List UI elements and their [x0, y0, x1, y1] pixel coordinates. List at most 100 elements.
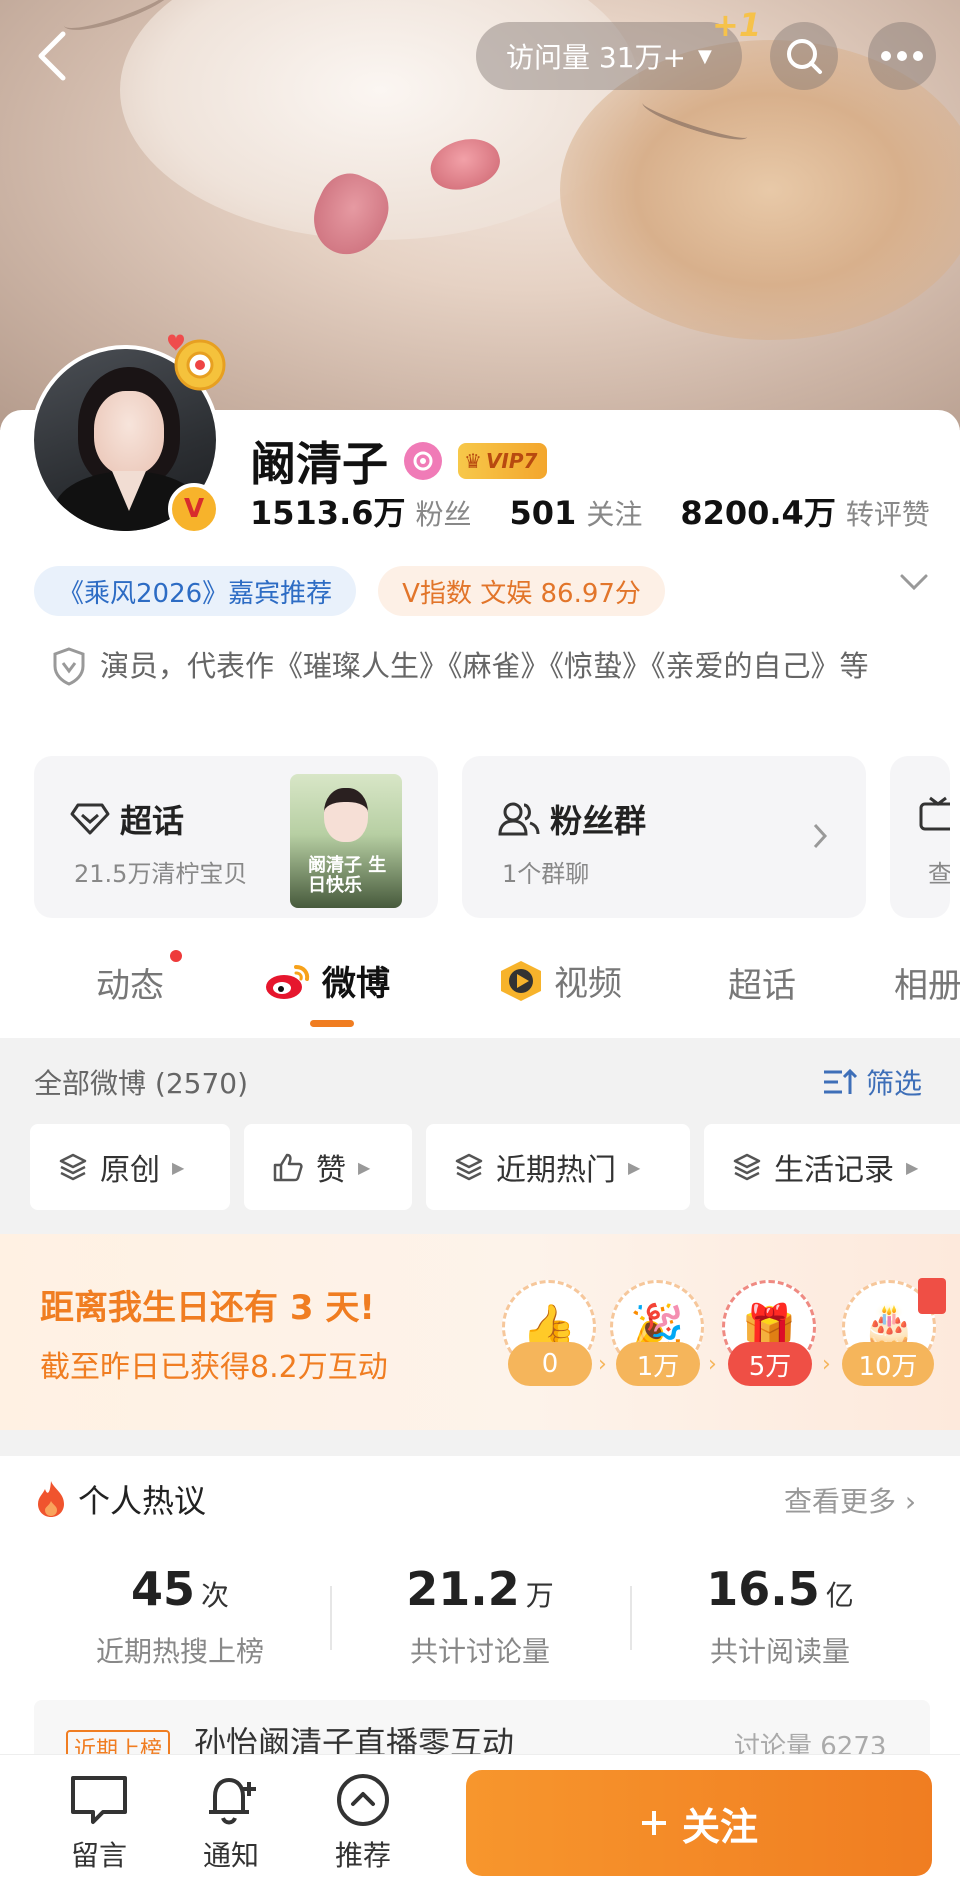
- discussion-title: 个人热议: [78, 1482, 207, 1520]
- chip-recent-hot[interactable]: 近期热门 ▶: [426, 1124, 690, 1210]
- caret-down-icon: ▼: [698, 45, 712, 67]
- verified-badge-icon: V: [168, 483, 220, 535]
- hot-topic-row[interactable]: 近期上榜 孙怡阚清子直播零互动 讨论量 6273: [34, 1700, 930, 1760]
- chip-label: 原创: [100, 1153, 160, 1188]
- vip-badge[interactable]: ♛ VIP7: [458, 443, 548, 479]
- poster-face: [324, 788, 368, 842]
- bio-row: 演员，代表作《璀璨人生》《麻雀》《惊蛰》《亲爱的自己》等: [52, 638, 912, 694]
- fan-group-title-row: 粉丝群: [498, 796, 646, 842]
- caret-right-icon: ▶: [172, 1157, 185, 1177]
- stat-caption: 共计阅读量: [709, 1635, 850, 1668]
- milestone-label: 1万: [616, 1342, 700, 1386]
- super-topic-title-row: 超话: [70, 796, 184, 842]
- stat-reads[interactable]: 16.5 亿 共计阅读量: [630, 1562, 930, 1670]
- chip-life-record[interactable]: 生活记录 ▶: [704, 1124, 960, 1210]
- bell-plus-icon: [209, 1778, 256, 1825]
- red-envelope-icon[interactable]: [918, 1278, 946, 1314]
- active-tab-indicator: [310, 1020, 354, 1027]
- caret-right-icon: ▶: [358, 1157, 371, 1177]
- follow-label: 关注: [681, 1804, 758, 1849]
- search-button[interactable]: [770, 22, 838, 90]
- notify-label: 通知: [202, 1839, 259, 1872]
- chevron-right-icon: ›: [904, 1485, 917, 1518]
- video-play-icon: [501, 960, 541, 1001]
- stat-unit: 亿: [825, 1579, 854, 1612]
- back-button[interactable]: [22, 26, 82, 86]
- see-more-link[interactable]: 查看更多 ›: [784, 1480, 916, 1520]
- birthday-countdown: 距离我生日还有 3 天!: [40, 1288, 375, 1328]
- all-weibo-count: 全部微博 (2570): [34, 1067, 249, 1100]
- stat-fans[interactable]: 1513.6万 粉丝: [250, 488, 472, 534]
- crown-icon: ♛: [464, 449, 482, 473]
- fan-group-sub: 1个群聊: [502, 860, 590, 888]
- member-badge-icon[interactable]: [404, 442, 442, 480]
- tab-weibo[interactable]: 微博: [264, 956, 390, 1005]
- layers-icon: [733, 1153, 761, 1181]
- filter-label: 筛选: [866, 1067, 923, 1100]
- plus-icon: [641, 1811, 666, 1835]
- stat-num: 501: [509, 494, 577, 532]
- bio-text: 演员，代表作《璀璨人生》《麻雀》《惊蛰》《亲爱的自己》等: [100, 649, 869, 683]
- stat-value: 21.2: [406, 1562, 520, 1616]
- follow-button[interactable]: 关注: [466, 1770, 932, 1876]
- chevron-down-icon[interactable]: [898, 572, 930, 592]
- fire-icon: [38, 1481, 64, 1517]
- chip-label: 生活记录: [774, 1153, 894, 1188]
- stat-following[interactable]: 501 关注: [510, 493, 643, 533]
- chevron-right-icon: ›: [598, 1352, 607, 1377]
- stat-value: 16.5: [706, 1562, 820, 1616]
- notify-button[interactable]: 通知: [176, 1772, 286, 1874]
- chevron-up-circle-icon: [337, 1774, 389, 1826]
- plus-one-badge: +1: [712, 6, 762, 44]
- name-row: 阚清子 ♛ VIP7: [250, 428, 548, 494]
- stat-num: 1513.6万: [250, 494, 406, 532]
- birthday-poster[interactable]: 阚清子 生日快乐: [290, 774, 402, 908]
- stat-label: 转评赞: [845, 498, 930, 531]
- profile-tags: 《乘风2026》嘉宾推荐 V指数 文娱 86.97分: [34, 566, 665, 616]
- message-label: 留言: [70, 1839, 127, 1872]
- see-more-label: 查看更多: [784, 1485, 897, 1518]
- tab-album[interactable]: 相册: [894, 958, 960, 1007]
- avatar-pendant-icon: [168, 334, 226, 391]
- avatar-container[interactable]: V: [30, 334, 226, 535]
- fan-group-title: 粉丝群: [550, 802, 647, 840]
- third-feature-card[interactable]: 查: [890, 756, 950, 918]
- super-topic-card[interactable]: 超话 21.5万清柠宝贝 阚清子 生日快乐: [34, 756, 438, 918]
- comment-icon: [71, 1776, 127, 1824]
- search-icon: [787, 39, 822, 74]
- feature-cards: 超话 21.5万清柠宝贝 阚清子 生日快乐 粉丝群 1个群聊 查: [34, 756, 950, 918]
- stat-discussions[interactable]: 21.2 万 共计讨论量: [330, 1562, 630, 1670]
- layers-icon: [59, 1153, 87, 1181]
- more-button[interactable]: [868, 22, 936, 90]
- visit-count-pill[interactable]: 访问量 31万+ ▼: [476, 22, 742, 90]
- birthday-banner[interactable]: [0, 1234, 960, 1430]
- chip-label: 赞: [316, 1153, 346, 1188]
- layers-icon: [455, 1153, 483, 1181]
- chip-likes[interactable]: 赞 ▶: [244, 1124, 412, 1210]
- tab-super-topic[interactable]: 超话: [728, 958, 796, 1007]
- recommend-button[interactable]: 推荐: [308, 1772, 418, 1874]
- message-button[interactable]: 留言: [44, 1772, 154, 1874]
- chip-original[interactable]: 原创 ▶: [30, 1124, 230, 1210]
- stat-label: 关注: [586, 498, 643, 531]
- tab-weibo-label: 微博: [322, 964, 390, 1004]
- discussion-title-row: 个人热议: [34, 1476, 206, 1522]
- filter-icon: [824, 1068, 858, 1094]
- v-index-tag[interactable]: V指数 文娱 86.97分: [378, 566, 665, 616]
- profile-stats: 1513.6万 粉丝 501 关注 8200.4万 转评赞: [250, 488, 930, 534]
- chevron-right-icon: ›: [708, 1352, 717, 1377]
- stat-interactions[interactable]: 8200.4万 转评赞: [680, 488, 930, 534]
- chip-label: 近期热门: [496, 1153, 616, 1188]
- caret-right-icon: ▶: [906, 1157, 919, 1177]
- vip-label: VIP7: [485, 449, 538, 473]
- tab-video-label: 视频: [554, 964, 622, 1004]
- milestone-label: 10万: [842, 1342, 934, 1386]
- poster-text: 阚清子 生日快乐: [308, 855, 387, 896]
- tab-video[interactable]: 视频: [498, 956, 622, 1005]
- stat-hot-search[interactable]: 45 次 近期热搜上榜: [30, 1562, 330, 1670]
- guest-recommend-tag[interactable]: 《乘风2026》嘉宾推荐: [34, 566, 357, 616]
- fan-group-card[interactable]: 粉丝群 1个群聊: [462, 756, 866, 918]
- filter-button[interactable]: 筛选: [822, 1062, 922, 1102]
- caret-right-icon: ▶: [628, 1157, 641, 1177]
- tab-dynamic[interactable]: 动态: [96, 958, 164, 1007]
